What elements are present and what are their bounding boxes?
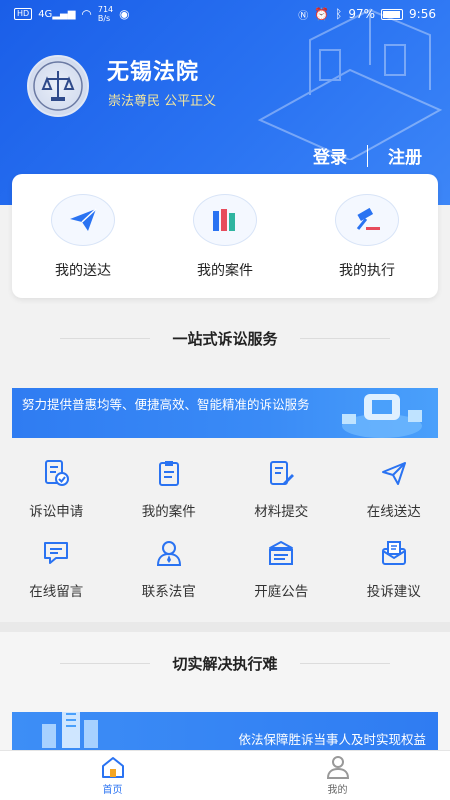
service-label: 材料提交 bbox=[254, 504, 309, 520]
section-divider bbox=[0, 622, 450, 632]
battery-icon bbox=[381, 8, 404, 20]
service-label: 开庭公告 bbox=[254, 584, 309, 600]
service-label: 我的案件 bbox=[141, 504, 196, 520]
clipboard-icon bbox=[154, 458, 184, 488]
network-speed: 714 B/s bbox=[97, 5, 114, 23]
bluetooth-icon: ᛒ bbox=[335, 7, 343, 21]
quick-label: 我的案件 bbox=[197, 263, 253, 279]
nav-label: 我的 bbox=[327, 785, 348, 796]
clock-time: 9:56 bbox=[409, 7, 436, 21]
service-material-submit[interactable]: 材料提交 bbox=[225, 458, 338, 520]
register-link[interactable]: 注册 bbox=[388, 143, 422, 168]
document-edit-icon bbox=[266, 458, 296, 488]
service-litigation-apply[interactable]: 诉讼申请 bbox=[0, 458, 113, 520]
title-line-left bbox=[60, 663, 151, 664]
battery-percent: 97% bbox=[348, 7, 376, 21]
status-bar: HD 4G▂▄▆ ◠ 714 B/s ◉ Ⓝ ⏰ ᛒ 97% 9:56 bbox=[0, 0, 450, 28]
service-label: 诉讼申请 bbox=[29, 504, 84, 520]
service-my-cases[interactable]: 我的案件 bbox=[113, 458, 226, 520]
quick-my-execution[interactable]: 我的执行 bbox=[312, 194, 422, 298]
service-label: 在线留言 bbox=[29, 584, 84, 600]
court-emblem-logo bbox=[27, 55, 89, 117]
feedback-icon bbox=[379, 538, 409, 568]
title-line-left bbox=[60, 338, 151, 339]
message-icon bbox=[41, 538, 71, 568]
title-line-right bbox=[299, 338, 390, 339]
quick-label: 我的执行 bbox=[339, 263, 395, 279]
service-contact-judge[interactable]: 联系法官 bbox=[113, 538, 226, 600]
quick-actions-card: 我的送达 我的案件 我的执行 bbox=[12, 174, 438, 298]
quick-label: 我的送达 bbox=[55, 263, 111, 279]
nav-mine[interactable]: 我的 bbox=[225, 751, 450, 800]
service-online-message[interactable]: 在线留言 bbox=[0, 538, 113, 600]
nfc-icon: Ⓝ bbox=[298, 10, 309, 22]
home-icon bbox=[101, 757, 124, 778]
announcement-icon bbox=[266, 538, 296, 568]
login-link[interactable]: 登录 bbox=[313, 143, 347, 168]
document-check-icon bbox=[41, 458, 71, 488]
court-slogan: 崇法尊民 公平正义 bbox=[108, 94, 217, 109]
auth-divider bbox=[367, 144, 368, 167]
service-label: 在线送达 bbox=[366, 504, 421, 520]
quick-my-cases[interactable]: 我的案件 bbox=[170, 194, 280, 298]
title-line-right bbox=[299, 663, 390, 664]
banner-text: 努力提供普惠均等、便捷高效、智能精准的诉讼服务 bbox=[22, 397, 310, 412]
alarm-icon: ⏰ bbox=[314, 7, 330, 21]
eye-icon: ◉ bbox=[119, 7, 130, 21]
service-label: 联系法官 bbox=[141, 584, 196, 600]
service-label: 投诉建议 bbox=[366, 584, 421, 600]
nav-home[interactable]: 首页 bbox=[0, 751, 225, 800]
wifi-icon: ◠ bbox=[81, 7, 92, 21]
court-name: 无锡法院 bbox=[107, 60, 200, 85]
service-online-delivery[interactable]: 在线送达 bbox=[338, 458, 450, 520]
service-court-announcement[interactable]: 开庭公告 bbox=[225, 538, 338, 600]
signal-icon: 4G▂▄▆ bbox=[38, 8, 76, 20]
section-title-execution: 切实解决执行难 bbox=[0, 653, 450, 674]
banner-text: 依法保障胜诉当事人及时实现权益 bbox=[238, 732, 426, 747]
service-complaint-suggestion[interactable]: 投诉建议 bbox=[338, 538, 450, 600]
city-illustration bbox=[42, 712, 98, 748]
cloud-server-illustration bbox=[342, 394, 422, 438]
services-grid: 诉讼申请 我的案件 材料提交 在线送达 在线留言 联系法官 开庭公告 投诉建议 bbox=[0, 458, 450, 600]
judge-icon bbox=[154, 538, 184, 568]
nav-label: 首页 bbox=[102, 785, 123, 796]
bottom-nav: 首页 我的 bbox=[0, 750, 450, 800]
litigation-banner[interactable]: 努力提供普惠均等、便捷高效、智能精准的诉讼服务 bbox=[12, 388, 438, 438]
execution-banner[interactable]: 依法保障胜诉当事人及时实现权益 bbox=[12, 712, 438, 750]
hd-badge: HD bbox=[14, 8, 33, 20]
user-icon bbox=[326, 756, 349, 779]
auth-links: 登录 注册 bbox=[313, 143, 422, 168]
send-icon bbox=[379, 458, 409, 488]
gavel-icon bbox=[335, 194, 399, 246]
books-icon bbox=[193, 194, 257, 246]
paper-plane-icon bbox=[51, 194, 115, 246]
quick-my-delivery[interactable]: 我的送达 bbox=[28, 194, 138, 298]
section-title-litigation: 一站式诉讼服务 bbox=[0, 328, 450, 349]
